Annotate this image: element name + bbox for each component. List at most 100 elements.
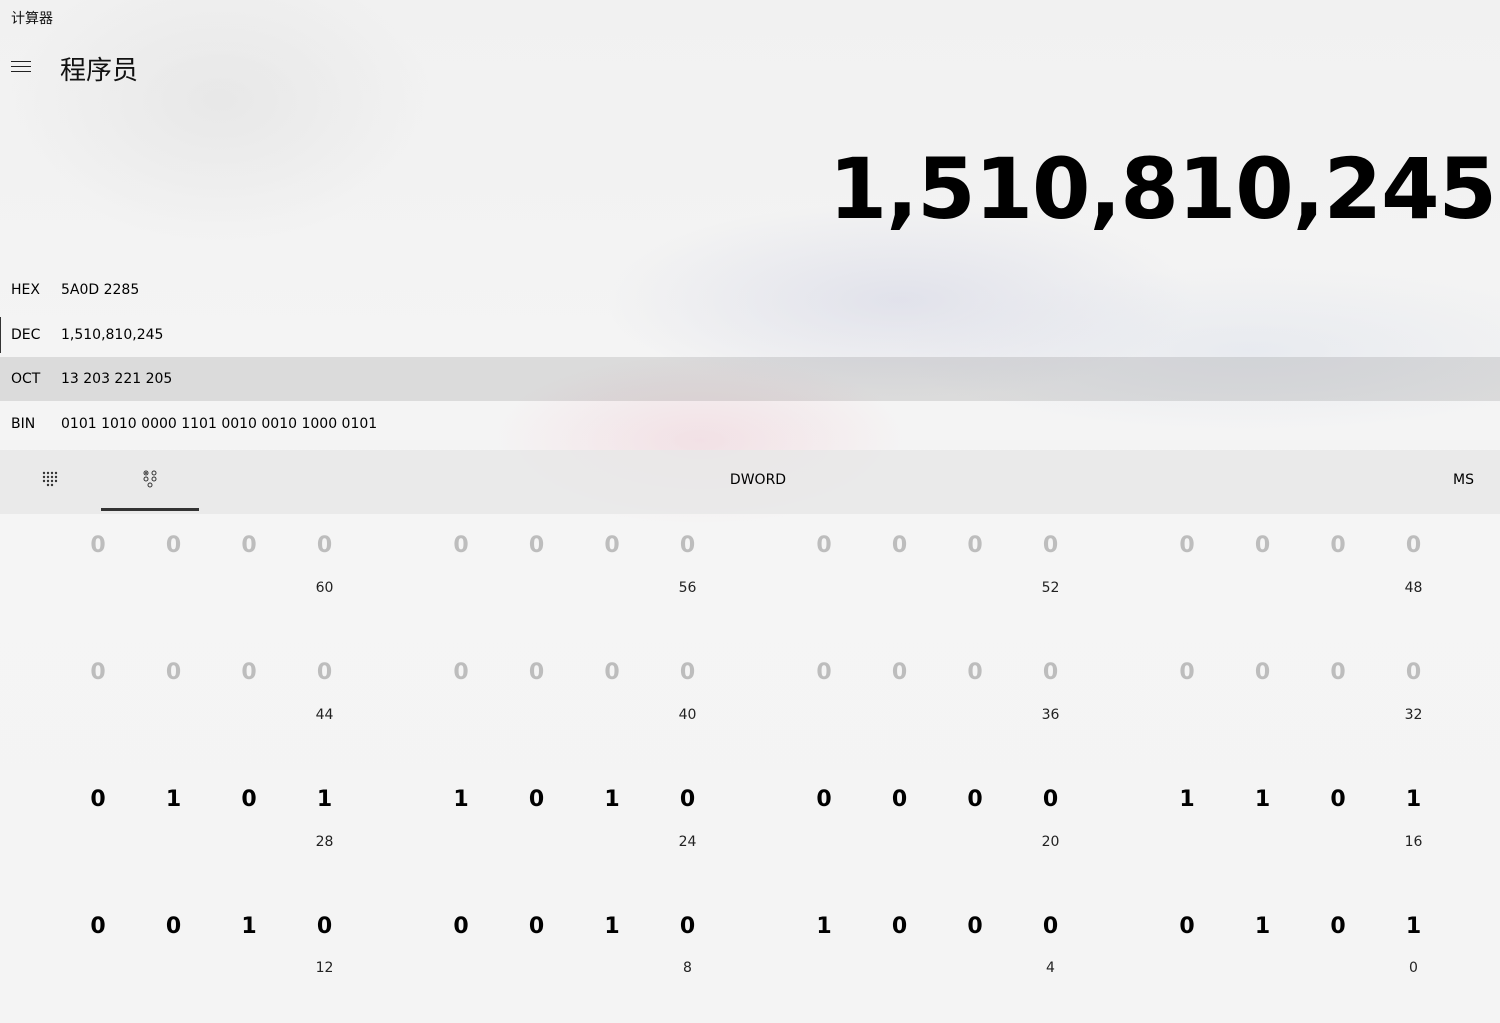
bit-toggle-button[interactable]: 0 <box>955 787 995 812</box>
bit-position-label: 12 <box>315 960 334 976</box>
bit-toggle-button[interactable]: 0 <box>804 533 844 558</box>
bit-toggle-button[interactable]: 1 <box>804 914 844 939</box>
bit-toggle-button[interactable]: 0 <box>668 533 708 558</box>
bit-position-label: 48 <box>1404 580 1423 596</box>
bit-toggle-button[interactable]: 0 <box>78 533 118 558</box>
mode-title: 程序员 <box>60 56 139 86</box>
bit-position-label: 16 <box>1404 834 1423 850</box>
bit-toggle-button[interactable]: 0 <box>154 660 194 685</box>
bit-toggle-button[interactable]: 0 <box>1318 660 1358 685</box>
radix-label: HEX <box>11 282 40 298</box>
bit-toggle-button[interactable]: 1 <box>1167 787 1207 812</box>
bit-toggle-button[interactable]: 0 <box>1031 914 1071 939</box>
bit-toggle-button[interactable]: 0 <box>592 660 632 685</box>
bit-toggle-button[interactable]: 0 <box>229 533 269 558</box>
radix-value: 13 203 221 205 <box>61 371 173 387</box>
bit-toggle-button[interactable]: 1 <box>305 787 345 812</box>
bit-toggle-button[interactable]: 0 <box>592 533 632 558</box>
bit-toggle-button[interactable]: 0 <box>955 533 995 558</box>
bit-toggle-button[interactable]: 0 <box>517 787 557 812</box>
radix-value: 0101 1010 0000 1101 0010 0010 1000 0101 <box>61 416 378 432</box>
bit-toggle-keypad-icon[interactable] <box>101 450 199 511</box>
bit-toggle-button[interactable]: 0 <box>668 787 708 812</box>
radix-value: 5A0D 2285 <box>61 282 140 298</box>
bit-toggle-button[interactable]: 0 <box>804 787 844 812</box>
bit-toggle-button[interactable]: 0 <box>1031 787 1071 812</box>
bit-position-label: 40 <box>678 707 697 723</box>
bit-position-label: 44 <box>315 707 334 723</box>
bit-toggle-button[interactable]: 0 <box>305 914 345 939</box>
hamburger-icon[interactable] <box>6 52 36 82</box>
bit-position-label: 36 <box>1041 707 1060 723</box>
word-size-button[interactable]: DWORD <box>700 472 816 488</box>
bit-toggle-button[interactable]: 0 <box>1394 533 1434 558</box>
bit-position-label: 0 <box>1409 960 1418 976</box>
bit-toggle-button[interactable]: 0 <box>1167 914 1207 939</box>
radix-row-bin[interactable]: BIN 0101 1010 0000 1101 0010 0010 1000 01… <box>0 402 1500 446</box>
bit-toggle-button[interactable]: 1 <box>1394 914 1434 939</box>
bit-toggle-button[interactable]: 0 <box>305 660 345 685</box>
bit-toggle-button[interactable]: 1 <box>1243 787 1283 812</box>
radix-value: 1,510,810,245 <box>61 327 164 343</box>
bit-toggle-button[interactable]: 1 <box>229 914 269 939</box>
bit-position-label: 28 <box>315 834 334 850</box>
bit-toggle-button[interactable]: 0 <box>1031 660 1071 685</box>
bit-toggle-button[interactable]: 0 <box>1318 914 1358 939</box>
bit-toggle-button[interactable]: 0 <box>1243 660 1283 685</box>
bit-toggle-button[interactable]: 1 <box>1394 787 1434 812</box>
bit-toggle-button[interactable]: 0 <box>880 914 920 939</box>
bit-toggle-button[interactable]: 0 <box>517 533 557 558</box>
bit-toggle-button[interactable]: 1 <box>1243 914 1283 939</box>
bit-toggle-button[interactable]: 0 <box>229 660 269 685</box>
bit-toggle-button[interactable]: 0 <box>78 787 118 812</box>
bit-position-label: 20 <box>1041 834 1060 850</box>
radix-label: DEC <box>11 327 41 343</box>
bit-toggle-button[interactable]: 0 <box>441 533 481 558</box>
bit-toggle-button[interactable]: 1 <box>154 787 194 812</box>
bit-toggle-button[interactable]: 0 <box>154 914 194 939</box>
bit-position-label: 8 <box>683 960 692 976</box>
window-title: 计算器 <box>11 11 53 27</box>
bit-toggle-button[interactable]: 0 <box>229 787 269 812</box>
bit-toggle-button[interactable]: 0 <box>1318 533 1358 558</box>
bit-toggle-button[interactable]: 0 <box>955 660 995 685</box>
bit-toggle-button[interactable]: 0 <box>668 660 708 685</box>
bit-toggle-button[interactable]: 0 <box>880 660 920 685</box>
bit-position-label: 56 <box>678 580 697 596</box>
bit-position-label: 32 <box>1404 707 1423 723</box>
bit-toggle-button[interactable]: 1 <box>592 787 632 812</box>
bit-toggle-button[interactable]: 0 <box>1243 533 1283 558</box>
bit-position-label: 52 <box>1041 580 1060 596</box>
bit-toggle-button[interactable]: 0 <box>78 914 118 939</box>
bit-toggle-button[interactable]: 0 <box>1031 533 1071 558</box>
bit-toggle-button[interactable]: 1 <box>441 787 481 812</box>
bit-toggle-button[interactable]: 0 <box>441 660 481 685</box>
bit-toggle-button[interactable]: 0 <box>880 787 920 812</box>
radix-label: BIN <box>11 416 36 432</box>
bit-toggle-button[interactable]: 0 <box>955 914 995 939</box>
bit-toggle-button[interactable]: 0 <box>1394 660 1434 685</box>
bit-toggle-button[interactable]: 0 <box>517 660 557 685</box>
bit-toggle-button[interactable]: 0 <box>78 660 118 685</box>
bit-toggle-button[interactable]: 0 <box>441 914 481 939</box>
bit-toggle-button[interactable]: 0 <box>668 914 708 939</box>
bit-toggle-button[interactable]: 1 <box>592 914 632 939</box>
bit-toggle-button[interactable]: 0 <box>804 660 844 685</box>
radix-label: OCT <box>11 371 41 387</box>
bit-toggle-button[interactable]: 0 <box>1167 533 1207 558</box>
bit-toggle-button[interactable]: 0 <box>880 533 920 558</box>
memory-store-button[interactable]: MS <box>1453 472 1474 488</box>
result-display: 1,510,810,245 <box>828 140 1497 238</box>
radix-row-dec[interactable]: DEC 1,510,810,245 <box>0 313 1500 357</box>
radix-row-oct[interactable]: OCT 13 203 221 205 <box>0 357 1500 401</box>
bit-toggle-button[interactable]: 0 <box>1318 787 1358 812</box>
bit-toggle-button[interactable]: 0 <box>154 533 194 558</box>
bit-toggle-button[interactable]: 0 <box>1167 660 1207 685</box>
bit-position-label: 4 <box>1046 960 1055 976</box>
radix-row-hex[interactable]: HEX 5A0D 2285 <box>0 268 1500 312</box>
bit-toggle-button[interactable]: 0 <box>305 533 345 558</box>
bit-position-label: 24 <box>678 834 697 850</box>
active-radix-indicator <box>0 317 1 353</box>
full-keypad-icon[interactable] <box>1 450 99 510</box>
bit-toggle-button[interactable]: 0 <box>517 914 557 939</box>
